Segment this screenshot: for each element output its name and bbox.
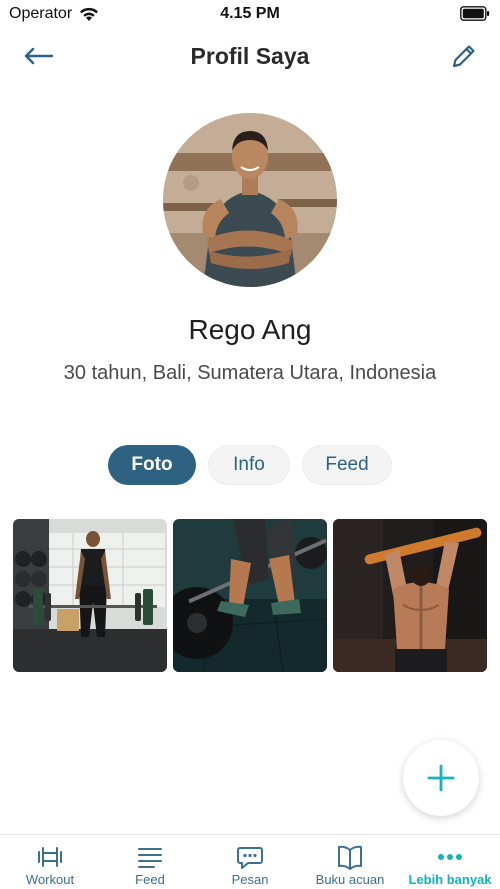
battery-icon (460, 6, 490, 21)
add-photo-button[interactable] (403, 740, 479, 816)
nav-pesan[interactable]: Pesan (200, 835, 300, 889)
clock: 4.15 PM (220, 5, 280, 22)
pencil-icon (452, 45, 475, 68)
photo-thumbnail-1[interactable] (13, 519, 167, 672)
nav-feed-label: Feed (135, 872, 165, 887)
status-bar: Operator 4.15 PM (0, 0, 500, 28)
more-dots-icon (438, 854, 462, 860)
plus-icon (427, 764, 455, 792)
profile-avatar[interactable] (163, 113, 337, 287)
nav-workout-label: Workout (25, 872, 75, 887)
barbell-lift-photo (173, 519, 327, 672)
nav-workout[interactable]: Workout (0, 835, 100, 889)
chat-bubble-icon (237, 847, 263, 869)
profile-name: Rego Ang (188, 314, 312, 345)
nav-lebih-banyak[interactable]: Lebih banyak (400, 835, 500, 889)
bottom-navigation: Workout Feed Pesan Buku acuan Lebih bany… (0, 834, 500, 889)
gym-deadlift-photo (13, 519, 167, 672)
nav-pesan-label: Pesan (231, 872, 269, 887)
nav-lebih-banyak-label: Lebih banyak (408, 872, 492, 887)
photo-thumbnail-2[interactable] (173, 519, 327, 672)
edit-profile-button[interactable] (446, 38, 482, 74)
photo-thumbnail-3[interactable] (333, 519, 487, 672)
nav-buku-acuan[interactable]: Buku acuan (300, 835, 400, 889)
tab-foto[interactable]: Foto (108, 445, 196, 485)
book-icon (338, 845, 362, 870)
avatar-photo (163, 113, 337, 287)
header: Profil Saya (0, 36, 500, 76)
page-title: Profil Saya (190, 43, 310, 69)
tab-info[interactable]: Info (208, 445, 290, 485)
nav-feed[interactable]: Feed (100, 835, 200, 889)
tab-feed[interactable]: Feed (302, 445, 392, 485)
dumbbell-icon (38, 847, 62, 867)
profile-tabs: Foto Info Feed (108, 445, 392, 485)
feed-lines-icon (138, 848, 162, 868)
back-workout-photo (333, 519, 487, 672)
nav-buku-acuan-label: Buku acuan (315, 872, 385, 887)
profile-details: 30 tahun, Bali, Sumatera Utara, Indonesi… (63, 362, 437, 384)
